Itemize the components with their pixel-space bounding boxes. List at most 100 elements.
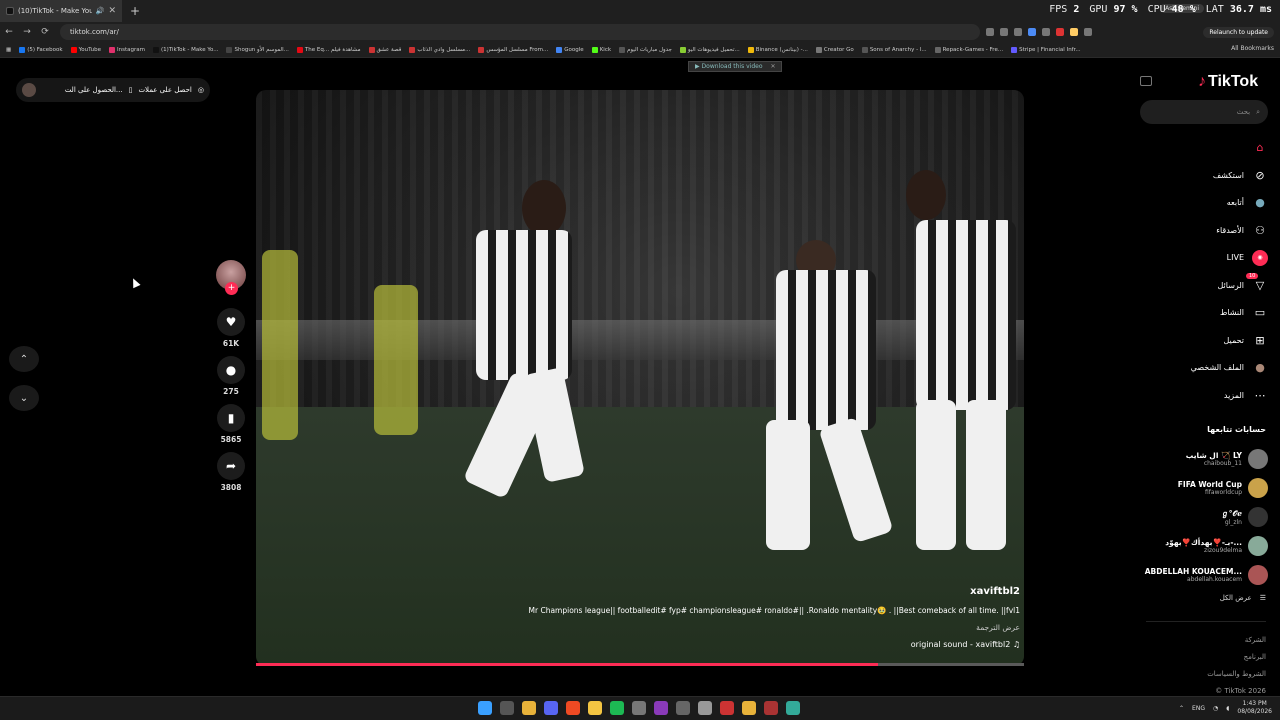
sidebar-item-live[interactable]: LIVE ◉ [1146, 244, 1268, 272]
bookmark-item[interactable]: مسلسل وادي الذئاب... [409, 46, 470, 53]
following-item[interactable]: FIFA World Cup fifaworldcup [1140, 473, 1268, 502]
new-tab-button[interactable]: + [130, 4, 140, 18]
close-icon[interactable]: ✕ [770, 63, 775, 70]
bookmark-item[interactable]: Sons of Anarchy - ا... [861, 46, 927, 53]
sidebar-item-avatar[interactable]: أتابعه ● [1146, 189, 1268, 217]
extension-icon[interactable] [1070, 28, 1078, 36]
bookmark-item[interactable]: مسلسل المؤسس From... [478, 46, 548, 53]
app-icon[interactable] [720, 701, 734, 715]
following-item[interactable]: بـ-❣️بهدأك❣️بهوّد-... zizou9delma [1140, 531, 1268, 560]
bookmark-item[interactable]: Creator Go [815, 46, 854, 53]
bookmark-item[interactable]: YouTube [70, 46, 101, 53]
bookmark-item[interactable]: Kick [591, 46, 611, 53]
app-icon[interactable] [676, 701, 690, 715]
share-button[interactable]: ➦ [217, 452, 245, 480]
sidebar-item-more[interactable]: المزيد ⋯ [1146, 382, 1268, 410]
close-tab-icon[interactable]: ✕ [108, 6, 116, 16]
search-input[interactable]: بحث ⌕ [1140, 100, 1268, 124]
extension-icon[interactable] [1042, 28, 1050, 36]
like-button[interactable]: ♥ [217, 308, 245, 336]
volume-icon[interactable]: ◖ [1226, 705, 1229, 712]
zoom-icon[interactable] [1014, 28, 1022, 36]
chevron-up-icon[interactable]: ⌃ [1179, 705, 1184, 712]
speaker-icon[interactable]: 🔊 [96, 7, 105, 15]
sidebar-item-compass[interactable]: استكشف ⊘ [1146, 162, 1268, 190]
see-translation-link[interactable]: عرض الترجمة [476, 623, 1020, 632]
relaunch-button[interactable]: Relaunch to update [1203, 26, 1274, 38]
forward-icon[interactable]: → [18, 27, 36, 37]
get-app-label[interactable]: الحصول على الت... [65, 86, 123, 94]
clock[interactable]: 1:43 PM 08/08/2026 [1237, 700, 1272, 716]
back-icon[interactable]: ← [0, 27, 18, 37]
bookmark-favicon-icon [815, 46, 822, 53]
app-icon[interactable] [764, 701, 778, 715]
brave-icon[interactable] [566, 701, 580, 715]
files-icon[interactable] [588, 701, 602, 715]
creator-avatar[interactable]: + [216, 260, 246, 295]
bookmark-item[interactable]: Shogun الموسم الأو... [226, 46, 289, 53]
extension-icon[interactable] [1084, 28, 1092, 36]
following-item[interactable]: ℊ°𝒪ℯ gl_zln [1140, 502, 1268, 531]
apps-icon[interactable]: ▦ [6, 47, 11, 53]
sidebar-item-home[interactable]: ⌂ [1146, 134, 1268, 162]
chrome-icon[interactable] [742, 701, 756, 715]
following-item[interactable]: ABDELLAH KOUACEM... abdellah.kouacem [1140, 560, 1268, 589]
extension-icon[interactable] [1000, 28, 1008, 36]
show-all-button[interactable]: عرض الكل ☰ [1146, 594, 1266, 602]
next-video-button[interactable]: ⌄ [9, 385, 39, 411]
extension-icon[interactable] [986, 28, 994, 36]
lang-indicator[interactable]: ENG [1192, 705, 1205, 712]
bookmark-item[interactable]: تحميل فيديوهات اليو... [679, 46, 740, 53]
bookmark-item[interactable]: جدول مباريات اليوم [619, 46, 672, 53]
xbox-icon[interactable] [698, 701, 712, 715]
app-icon[interactable] [632, 701, 646, 715]
browser-tab[interactable]: (10)TikTok - Make Your Day 🔊 ✕ [0, 0, 122, 22]
coins-card[interactable]: الحصول على الت... ▯ احصل على عملات ◎ [16, 78, 210, 102]
sound-link[interactable]: original sound - xaviftbl2 ♫ [476, 640, 1020, 649]
follow-plus-icon[interactable]: + [225, 282, 238, 295]
share-icon: ➦ [225, 459, 237, 473]
save-button[interactable]: ▮ [217, 404, 245, 432]
star-icon[interactable] [1028, 28, 1036, 36]
bookmark-item[interactable]: قصة عشق [368, 46, 401, 53]
footer-link[interactable]: الشركة [1146, 632, 1266, 649]
bookmark-item[interactable]: Instagram [108, 46, 145, 53]
bookmark-item[interactable]: Repack-Games - Fre... [934, 46, 1003, 53]
comment-button[interactable]: ● [217, 356, 245, 384]
spotify-icon[interactable] [610, 701, 624, 715]
video-player[interactable] [256, 90, 1024, 666]
get-coins-label[interactable]: احصل على عملات [138, 86, 191, 94]
bookmark-item[interactable]: (1)TikTok - Make Yo... [152, 46, 218, 53]
bookmark-item[interactable]: Stripe | Financial Infr... [1011, 46, 1081, 53]
bookmark-item[interactable]: The Eq... مشاهدة فيلم [296, 46, 361, 53]
download-video-bar[interactable]: ▶ Download this video ✕ [688, 61, 783, 72]
collapse-sidebar-icon[interactable] [1140, 76, 1152, 86]
bookmark-item[interactable]: Google [556, 46, 584, 53]
music-note-icon: ♫ [1012, 640, 1020, 649]
video-author[interactable]: xaviftbl2 [476, 586, 1020, 597]
discord-icon[interactable] [544, 701, 558, 715]
bookmark-item[interactable]: (5) Facebook [19, 46, 63, 53]
reload-icon[interactable]: ⟳ [36, 27, 54, 37]
following-item[interactable]: ال شايب 🏹 LY chaiboub_11 [1140, 444, 1268, 473]
app-icon[interactable] [786, 701, 800, 715]
sidebar-item-profile[interactable]: الملف الشخصي ● [1146, 354, 1268, 382]
start-icon[interactable] [478, 701, 492, 715]
bookmark-item[interactable]: Binance (بينانس) -... [747, 46, 808, 53]
video-progress-bar[interactable] [256, 663, 1024, 666]
search-icon[interactable] [500, 701, 514, 715]
footer-link[interactable]: الشروط والسياسات [1146, 666, 1266, 683]
tiktok-logo[interactable]: ♪ TikTok [1198, 73, 1258, 91]
footer-link[interactable]: البرنامج [1146, 649, 1266, 666]
previous-video-button[interactable]: ⌃ [9, 346, 39, 372]
extension-icon[interactable] [1056, 28, 1064, 36]
all-bookmarks-button[interactable]: All Bookmarks [1231, 45, 1274, 52]
url-field[interactable]: tiktok.com/ar/ [60, 24, 980, 40]
app-icon[interactable] [654, 701, 668, 715]
search-icon[interactable]: ⌕ [1256, 108, 1260, 117]
sidebar-item-inbox[interactable]: النشاط ▭ [1146, 299, 1268, 327]
chrome-icon[interactable] [522, 701, 536, 715]
sidebar-item-upload[interactable]: تحميل ⊞ [1146, 327, 1268, 355]
wifi-icon[interactable]: ◔ [1213, 705, 1218, 712]
sidebar-item-friends[interactable]: الأصدقاء ⚇ [1146, 217, 1268, 245]
